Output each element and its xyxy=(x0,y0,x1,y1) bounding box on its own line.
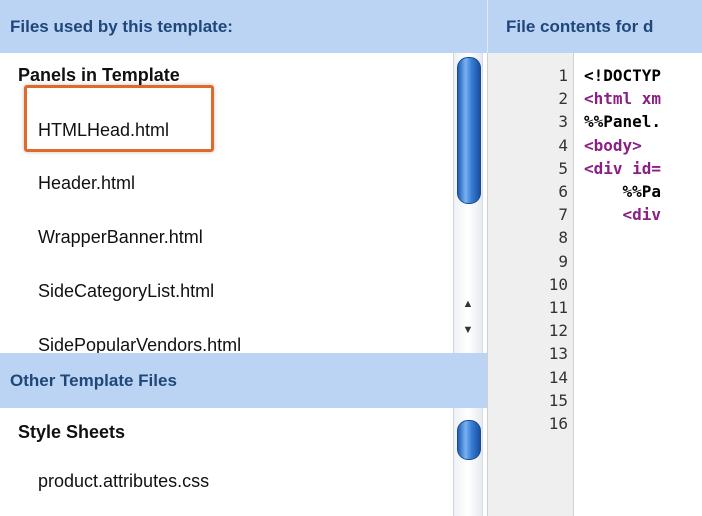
style-sheets-section-title: Style Sheets xyxy=(18,422,126,442)
other-template-files-header: Other Template Files xyxy=(0,353,487,408)
file-contents-header: File contents for d xyxy=(487,0,702,53)
line-number: 16 xyxy=(548,414,568,433)
file-item-sidecategorylist[interactable]: SideCategoryList.html xyxy=(38,281,214,302)
line-number: 7 xyxy=(558,205,568,225)
code-line: <!DOCTYP xyxy=(584,66,662,85)
panels-section-title: Panels in Template xyxy=(18,65,180,85)
file-item-header[interactable]: Header.html xyxy=(38,173,135,194)
scroll-up-arrow-icon[interactable]: ▲ xyxy=(454,293,482,315)
line-number: 4 xyxy=(558,135,568,155)
code-line: %%Pa xyxy=(584,182,662,201)
file-item-product-attributes-css[interactable]: product.attributes.css xyxy=(38,471,209,492)
selection-highlight xyxy=(24,85,214,152)
panels-scrollbar[interactable]: ▲ ▼ xyxy=(453,53,483,353)
line-number: 3 xyxy=(558,112,568,132)
file-item-sidepopularvendors[interactable]: SidePopularVendors.html xyxy=(38,335,241,353)
code-line: <div xyxy=(584,205,662,225)
line-number: 2 xyxy=(558,89,568,109)
other-files-scrollbar[interactable] xyxy=(453,408,483,516)
other-files-list: Style Sheets product.attributes.css xyxy=(0,408,487,516)
line-number: 15 xyxy=(548,390,568,410)
line-number: 14 xyxy=(548,367,568,387)
line-number: 11 xyxy=(548,298,568,317)
other-files-scroll-thumb[interactable] xyxy=(457,420,481,460)
line-number: 13 xyxy=(548,344,568,364)
panels-list: Panels in Template HTMLHead.html Header.… xyxy=(0,53,487,353)
code-line: %%Panel. xyxy=(584,112,662,132)
line-number: 12 xyxy=(548,321,568,341)
line-number: 10 xyxy=(548,274,568,294)
line-number: 1 xyxy=(558,66,568,85)
line-number: 8 xyxy=(558,228,568,248)
line-number: 9 xyxy=(558,251,568,271)
panels-scroll-thumb[interactable] xyxy=(457,57,481,204)
line-number: 5 xyxy=(558,158,568,178)
code-line: <body> xyxy=(584,135,642,155)
code-line: <html xm xyxy=(584,89,662,109)
code-line: <div id= xyxy=(584,158,662,178)
file-item-wrapperbanner[interactable]: WrapperBanner.html xyxy=(38,227,203,248)
line-number: 6 xyxy=(558,182,568,201)
scroll-down-arrow-icon[interactable]: ▼ xyxy=(454,319,482,341)
files-used-header: Files used by this template: xyxy=(0,0,487,53)
